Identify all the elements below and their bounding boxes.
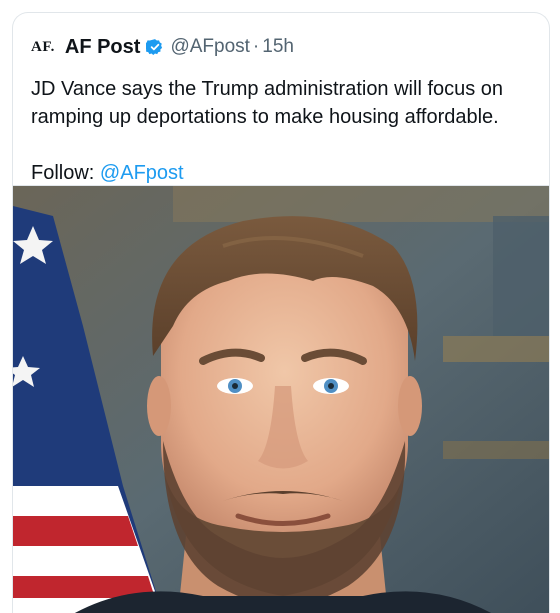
follow-label: Follow: bbox=[31, 162, 95, 184]
post-media-image[interactable] bbox=[13, 185, 549, 613]
post-header: AF. AF Post @AFpost · 15h bbox=[31, 35, 294, 59]
publisher-logo[interactable]: AF. bbox=[31, 39, 55, 56]
separator-dot: · bbox=[252, 36, 260, 57]
post-text: JD Vance says the Trump administration w… bbox=[31, 78, 504, 128]
author-name[interactable]: AF Post bbox=[65, 36, 141, 59]
post-card[interactable]: AF. AF Post @AFpost · 15h JD Vance says … bbox=[12, 12, 550, 613]
verified-badge-icon bbox=[144, 38, 164, 56]
follow-line: Follow: @AFpost bbox=[31, 159, 184, 187]
post-timestamp[interactable]: 15h bbox=[262, 36, 294, 58]
author-handle[interactable]: @AFpost bbox=[170, 36, 249, 58]
follow-handle-link[interactable]: @AFpost bbox=[100, 162, 184, 184]
